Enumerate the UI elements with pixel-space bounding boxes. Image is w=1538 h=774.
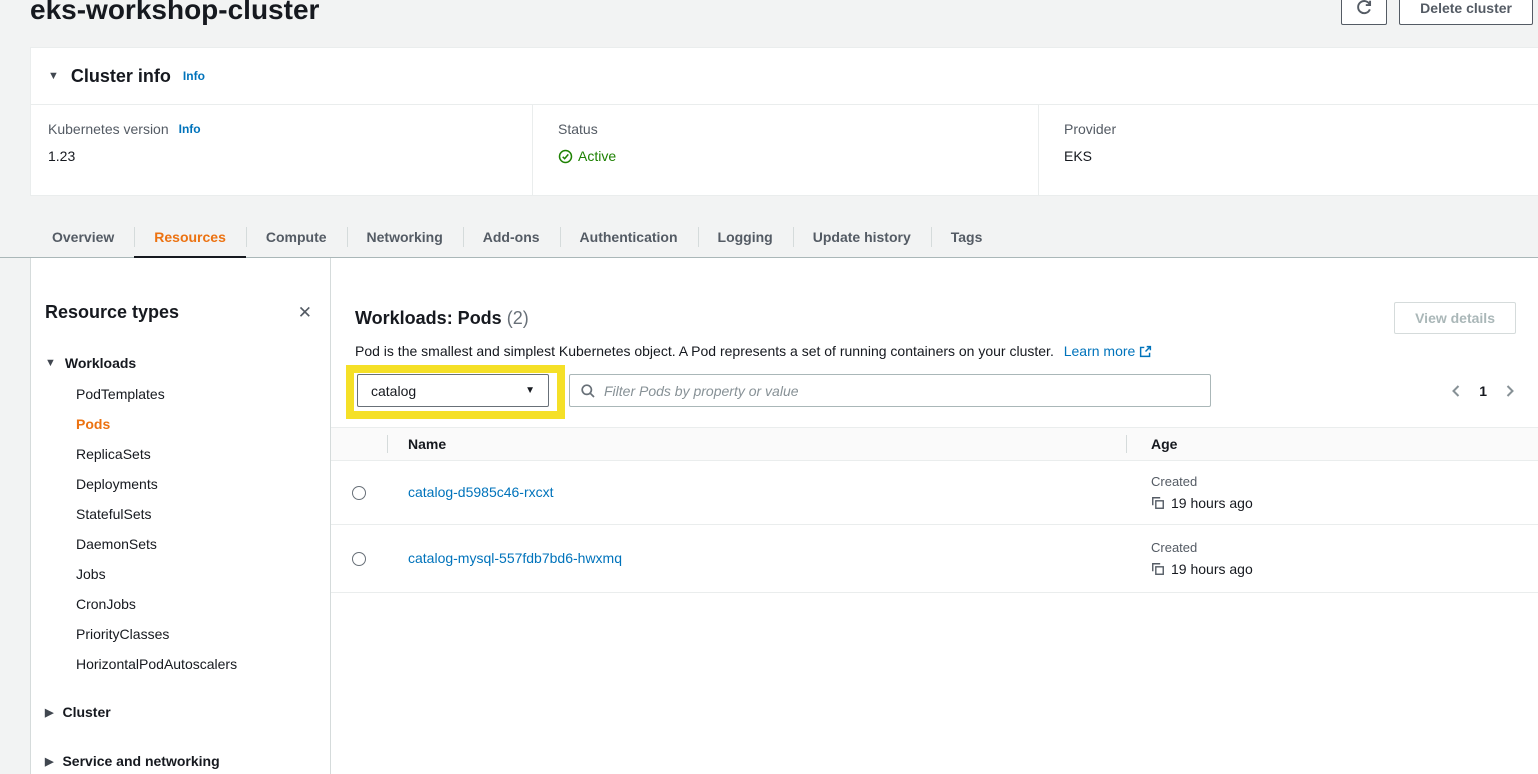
eks-console-page: eks-workshop-cluster Delete cluster ▼ Cl…	[0, 0, 1538, 774]
tab-overview[interactable]: Overview	[32, 217, 134, 257]
pods-filter-input[interactable]	[604, 383, 1200, 399]
page-title: eks-workshop-cluster	[30, 0, 319, 26]
tab-add-ons[interactable]: Add-ons	[463, 217, 560, 257]
sidebar-item-pods[interactable]: Pods	[76, 417, 316, 431]
caret-down-icon: ▼	[48, 70, 59, 82]
age-cell: Created 19 hours ago	[1126, 540, 1538, 577]
column-header-age: Age	[1126, 436, 1538, 452]
view-details-button[interactable]: View details	[1394, 302, 1516, 334]
age-cell: Created 19 hours ago	[1126, 474, 1538, 511]
refresh-icon	[1355, 0, 1373, 17]
resource-types-sidebar: Resource types ✕ ▼ Workloads PodTemplate…	[31, 258, 331, 774]
copy-icon[interactable]	[1151, 562, 1165, 576]
resource-filter-dropdown[interactable]: catalog ▼	[357, 374, 549, 407]
sidebar-item-replicasets[interactable]: ReplicaSets	[76, 447, 316, 461]
row-radio-button[interactable]	[352, 486, 366, 500]
table-header-row: Name Age	[331, 427, 1538, 461]
caret-down-icon: ▼	[45, 357, 56, 369]
table-row: catalog-mysql-557fdb7bd6-hwxmq Created 1…	[331, 525, 1538, 593]
check-circle-icon	[558, 149, 573, 164]
sidebar-group-cluster[interactable]: ▶ Cluster	[45, 704, 316, 720]
close-icon[interactable]: ✕	[294, 303, 316, 323]
provider-value: EKS	[1064, 148, 1538, 164]
sidebar-item-jobs[interactable]: Jobs	[76, 567, 316, 581]
caret-right-icon: ▶	[45, 706, 53, 719]
status-label: Status	[558, 121, 598, 137]
sidebar-item-daemonsets[interactable]: DaemonSets	[76, 537, 316, 551]
sidebar-item-statefulsets[interactable]: StatefulSets	[76, 507, 316, 521]
pods-table: Name Age catalog-d5985c46-rxcxt Created	[331, 427, 1538, 593]
learn-more-link[interactable]: Learn more	[1064, 343, 1136, 359]
filter-row: catalog ▼ 1	[355, 365, 1516, 419]
tab-authentication[interactable]: Authentication	[560, 217, 698, 257]
tab-resources[interactable]: Resources	[134, 217, 246, 257]
chevron-right-icon[interactable]	[1504, 384, 1516, 398]
pods-count: (2)	[507, 308, 529, 328]
age-value: 19 hours ago	[1171, 495, 1253, 511]
resource-types-title: Resource types	[45, 302, 179, 323]
cluster-info-card: ▼ Cluster info Info Kubernetes version I…	[30, 47, 1538, 196]
resources-panel: Resource types ✕ ▼ Workloads PodTemplate…	[30, 258, 1538, 774]
pod-link[interactable]: catalog-mysql-557fdb7bd6-hwxmq	[408, 550, 622, 566]
sidebar-item-cronjobs[interactable]: CronJobs	[76, 597, 316, 611]
caret-down-icon: ▼	[525, 385, 535, 396]
tab-tags[interactable]: Tags	[931, 217, 1003, 257]
caret-right-icon: ▶	[45, 755, 53, 768]
status-badge: Active	[558, 148, 1038, 164]
column-header-name: Name	[387, 436, 1126, 452]
table-row: catalog-d5985c46-rxcxt Created 19 hours …	[331, 461, 1538, 525]
page-header: eks-workshop-cluster Delete cluster	[0, 0, 1538, 47]
sidebar-item-deployments[interactable]: Deployments	[76, 477, 316, 491]
sidebar-group-service-and-networking[interactable]: ▶ Service and networking	[45, 753, 316, 769]
status-field: Status Active	[532, 105, 1038, 195]
pod-link[interactable]: catalog-d5985c46-rxcxt	[408, 484, 554, 500]
status-value: Active	[578, 148, 616, 164]
workloads-item-list: PodTemplates Pods ReplicaSets Deployment…	[76, 387, 316, 671]
refresh-button[interactable]	[1341, 0, 1387, 25]
cluster-info-body: Kubernetes version Info 1.23 Status Acti…	[31, 105, 1538, 195]
pagination: 1	[1450, 374, 1516, 407]
tab-compute[interactable]: Compute	[246, 217, 347, 257]
age-created-label: Created	[1151, 474, 1538, 489]
page-number[interactable]: 1	[1479, 383, 1487, 399]
kubernetes-version-label: Kubernetes version	[48, 121, 169, 137]
provider-field: Provider EKS	[1038, 105, 1538, 195]
pods-content: Workloads: Pods (2) View details Pod is …	[331, 258, 1538, 774]
kubernetes-version-value: 1.23	[48, 148, 532, 164]
cluster-info-header[interactable]: ▼ Cluster info Info	[31, 48, 1538, 105]
pods-heading: Workloads: Pods (2)	[355, 308, 529, 329]
sidebar-item-horizontalpodautoscalers[interactable]: HorizontalPodAutoscalers	[76, 657, 316, 671]
sidebar-item-priorityclasses[interactable]: PriorityClasses	[76, 627, 316, 641]
sidebar-group-workloads[interactable]: ▼ Workloads	[45, 355, 316, 371]
tab-logging[interactable]: Logging	[698, 217, 793, 257]
delete-cluster-button[interactable]: Delete cluster	[1399, 0, 1533, 25]
kubernetes-version-field: Kubernetes version Info 1.23	[31, 105, 532, 195]
cluster-info-title: Cluster info	[71, 66, 171, 87]
age-value: 19 hours ago	[1171, 561, 1253, 577]
search-icon	[580, 383, 596, 399]
header-actions: Delete cluster	[1341, 0, 1533, 25]
chevron-left-icon[interactable]	[1450, 384, 1462, 398]
age-created-label: Created	[1151, 540, 1538, 555]
cluster-tabs: Overview Resources Compute Networking Ad…	[0, 217, 1538, 258]
external-link-icon	[1139, 345, 1152, 361]
dropdown-value: catalog	[371, 383, 416, 399]
sidebar-item-podtemplates[interactable]: PodTemplates	[76, 387, 316, 401]
pods-search-box	[569, 374, 1211, 407]
kubernetes-version-info-link[interactable]: Info	[179, 122, 201, 136]
pods-description: Pod is the smallest and simplest Kuberne…	[355, 343, 1516, 361]
cluster-info-info-link[interactable]: Info	[183, 69, 205, 83]
row-radio-button[interactable]	[352, 552, 366, 566]
provider-label: Provider	[1064, 121, 1116, 137]
tab-networking[interactable]: Networking	[347, 217, 463, 257]
tab-update-history[interactable]: Update history	[793, 217, 931, 257]
copy-icon[interactable]	[1151, 496, 1165, 510]
